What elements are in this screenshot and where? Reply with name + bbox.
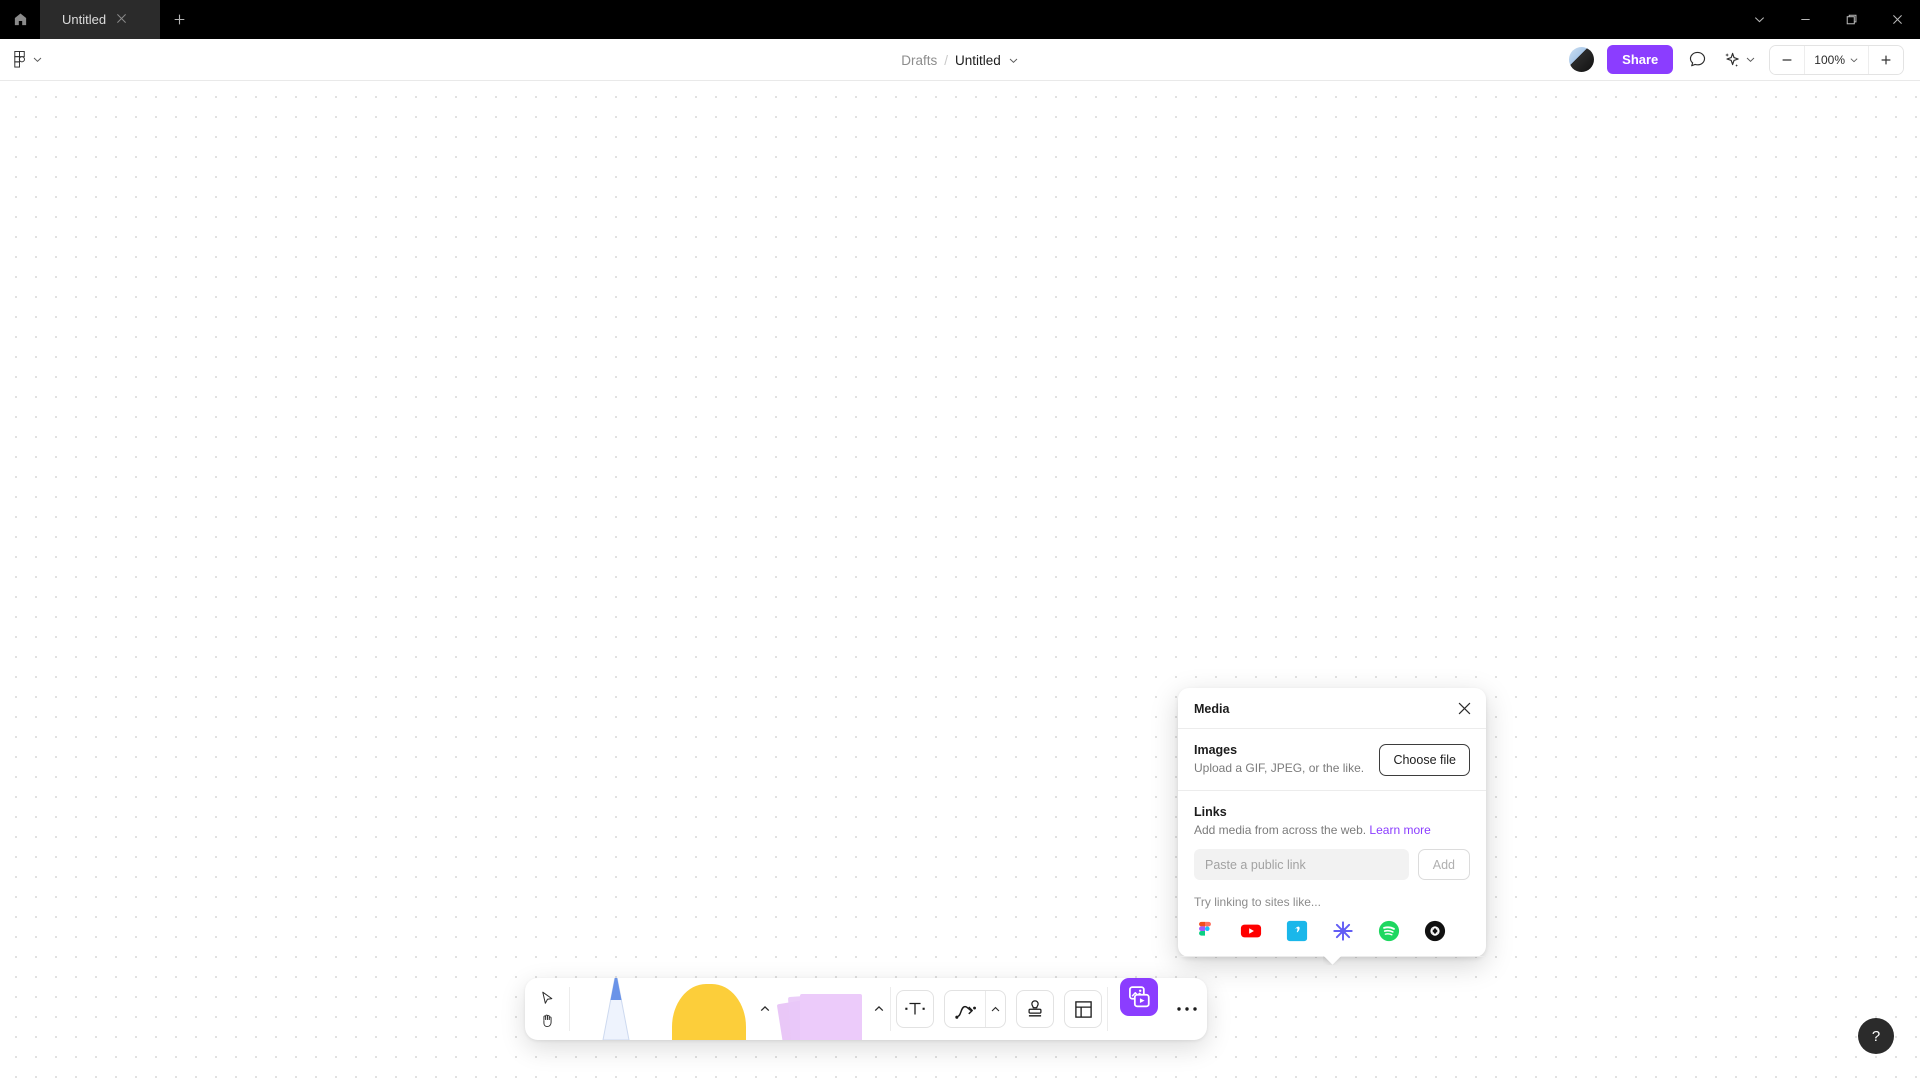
- shape-tool[interactable]: [662, 978, 754, 1040]
- add-link-button[interactable]: Add: [1417, 849, 1470, 881]
- stamp-tool[interactable]: [1016, 990, 1054, 1028]
- home-button[interactable]: [0, 0, 40, 39]
- help-button[interactable]: ?: [1858, 1018, 1894, 1054]
- shape-tool-chevron-up-icon[interactable]: [754, 978, 776, 1040]
- figjam-toolbar: [525, 978, 1207, 1040]
- comment-icon: [1690, 51, 1706, 67]
- popover-tail: [1323, 956, 1341, 966]
- minus-icon: [1782, 58, 1792, 61]
- plus-icon: [1881, 55, 1891, 64]
- loom-icon[interactable]: [1332, 920, 1354, 942]
- more-options-icon: [1177, 1007, 1197, 1011]
- pen-tool-icon: [602, 978, 630, 1040]
- file-menu-chevron-down-icon[interactable]: [1008, 55, 1019, 66]
- sticky-note-tool[interactable]: [776, 978, 868, 1040]
- tab-title: Untitled: [62, 12, 107, 27]
- new-tab-button[interactable]: [160, 0, 198, 39]
- cursor-arrow-tool[interactable]: [539, 990, 556, 1007]
- window-controls: [1736, 0, 1920, 39]
- sparkle-icon: [1725, 52, 1740, 67]
- chevron-down-icon: [1754, 17, 1764, 23]
- links-heading: Links: [1194, 805, 1227, 820]
- media-tool-icon: [1129, 986, 1150, 1008]
- breadcrumb-separator: /: [944, 52, 948, 68]
- images-description: Upload a GIF, JPEG, or the like.: [1194, 761, 1365, 775]
- ai-actions-button[interactable]: [1722, 50, 1756, 70]
- breadcrumb-file[interactable]: Untitled: [955, 53, 1001, 68]
- zoom-out-button[interactable]: [1770, 45, 1805, 74]
- text-tool-icon: [905, 1002, 925, 1015]
- window-maximize-button[interactable]: [1828, 0, 1874, 39]
- window-chevron-down-button[interactable]: [1736, 0, 1782, 39]
- section-tool[interactable]: [1064, 990, 1102, 1028]
- maximize-icon: [1846, 14, 1856, 25]
- media-tool[interactable]: [1120, 978, 1158, 1016]
- toolbar-divider-3: [1107, 987, 1108, 1031]
- figma-main-menu-button[interactable]: [13, 51, 43, 68]
- media-popover: Media Images Upload a GIF, JPEG, or the …: [1178, 688, 1486, 966]
- comment-button[interactable]: [1686, 48, 1709, 71]
- connector-tool-icon: [954, 1005, 976, 1019]
- sticky-note-layer-3: [800, 994, 862, 1040]
- figjam-canvas[interactable]: [0, 81, 1920, 1080]
- minimize-icon: [1800, 18, 1810, 21]
- hand-tool[interactable]: [539, 1012, 556, 1029]
- brand-icon-list: [1194, 920, 1470, 942]
- close-icon[interactable]: [1457, 701, 1472, 716]
- chevron-down-icon: [1746, 57, 1755, 62]
- images-section: Images Upload a GIF, JPEG, or the like. …: [1178, 729, 1486, 792]
- close-icon[interactable]: [116, 12, 127, 27]
- close-icon: [1892, 15, 1902, 24]
- stamp-tool-icon: [1028, 1000, 1042, 1017]
- pen-tool[interactable]: [570, 978, 662, 1040]
- plus-icon: [174, 14, 184, 25]
- learn-more-link[interactable]: Learn more: [1369, 823, 1430, 837]
- cursor-arrow-icon: [541, 991, 552, 1004]
- zoom-level-value: 100%: [1814, 52, 1845, 67]
- chevron-down-icon: [1850, 57, 1858, 62]
- links-description: Add media from across the web. Learn mor…: [1194, 822, 1470, 838]
- zoom-in-button[interactable]: [1869, 45, 1903, 74]
- cursor-tools-group: [525, 978, 569, 1040]
- browser-tab-untitled[interactable]: Untitled: [40, 0, 160, 39]
- window-minimize-button[interactable]: [1782, 0, 1828, 39]
- share-button[interactable]: Share: [1607, 45, 1674, 74]
- dribbble-icon[interactable]: [1424, 920, 1446, 942]
- figma-icon[interactable]: [1194, 920, 1216, 942]
- figma-logo-icon: [14, 51, 25, 68]
- links-description-text: Add media from across the web.: [1194, 823, 1367, 838]
- window-close-button[interactable]: [1874, 0, 1920, 39]
- link-input-row: Add: [1194, 849, 1470, 881]
- images-heading: Images: [1194, 743, 1238, 757]
- shape-tool-icon: [672, 984, 746, 1040]
- creation-tools-group: [891, 978, 1107, 1040]
- titlebar-drag-area: [198, 0, 1736, 39]
- zoom-level-selector[interactable]: 100%: [1804, 45, 1869, 74]
- avatar[interactable]: [1569, 47, 1595, 72]
- spotify-icon[interactable]: [1378, 920, 1400, 942]
- text-tool[interactable]: [896, 990, 934, 1028]
- appbar-right-actions: Share 100%: [1569, 44, 1904, 75]
- youtube-icon[interactable]: [1240, 920, 1262, 942]
- connector-tool-chevron-up-icon[interactable]: [985, 991, 1005, 1027]
- links-section: Links Add media from across the web. Lea…: [1178, 791, 1486, 958]
- media-popover-header: Media: [1178, 688, 1486, 729]
- chevron-down-icon: [33, 57, 42, 62]
- connector-tool-group: [944, 990, 1006, 1028]
- media-popover-title: Media: [1194, 701, 1230, 716]
- connector-tool[interactable]: [945, 991, 985, 1027]
- vimeo-icon[interactable]: [1286, 920, 1308, 942]
- more-options-button[interactable]: [1167, 978, 1207, 1040]
- breadcrumb-folder[interactable]: Drafts: [901, 53, 937, 68]
- home-icon: [14, 13, 26, 26]
- app-toolbar: Drafts / Untitled Share 100%: [0, 39, 1920, 81]
- try-linking-label: Try linking to sites like...: [1194, 895, 1321, 910]
- paste-link-input[interactable]: [1194, 849, 1409, 881]
- section-tool-icon: [1074, 1000, 1092, 1018]
- window-titlebar: Untitled: [0, 0, 1920, 39]
- zoom-controls: 100%: [1769, 44, 1904, 75]
- choose-file-button[interactable]: Choose file: [1379, 743, 1470, 776]
- hand-icon: [542, 1014, 552, 1027]
- sticky-tool-chevron-up-icon[interactable]: [868, 978, 890, 1040]
